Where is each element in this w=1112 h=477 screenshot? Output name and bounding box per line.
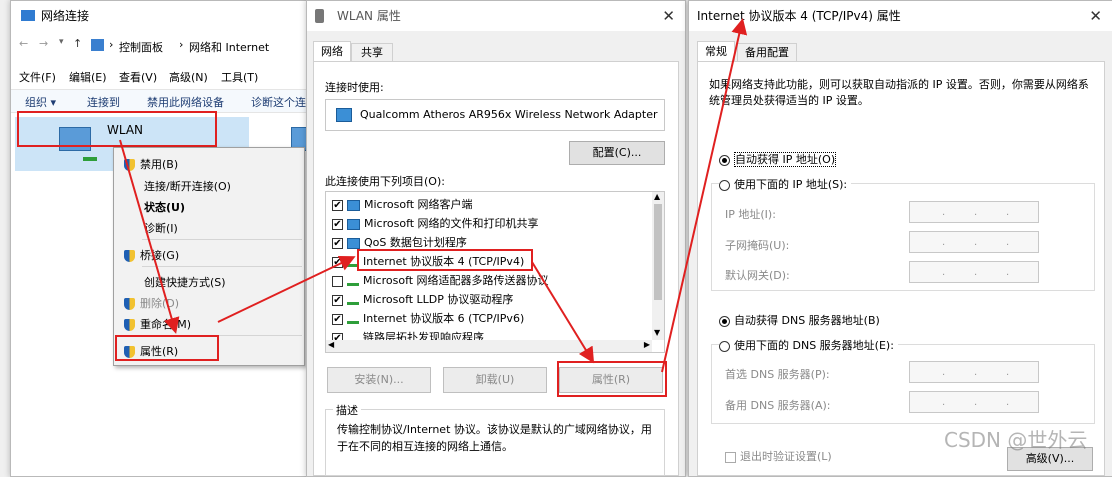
arrow-button-to-ipv4-dialog: [661, 18, 748, 373]
watermark: CSDN @世外云: [944, 428, 1088, 452]
arrow-properties-to-dialog: [217, 255, 356, 323]
guide-arrows: [119, 18, 748, 373]
arrow-wlan-to-properties: [119, 139, 180, 334]
arrow-ipv4-to-button: [531, 261, 595, 364]
